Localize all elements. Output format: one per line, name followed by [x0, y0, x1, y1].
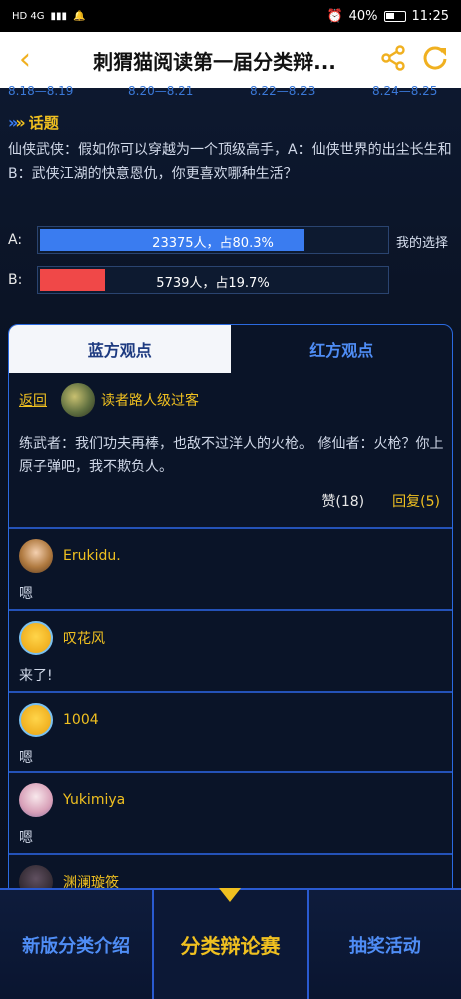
- thread-author[interactable]: 读者路人级过客: [61, 383, 199, 417]
- comment-item: 1004 嗯: [19, 703, 444, 767]
- divider: [9, 691, 452, 693]
- reply-button[interactable]: 回复(5): [392, 491, 440, 511]
- page-title: 刺猬猫阅读第一届分类辩...: [93, 49, 336, 74]
- divider: [9, 609, 452, 611]
- tab-blue-side[interactable]: 蓝方观点: [9, 325, 231, 373]
- share-button[interactable]: [379, 44, 407, 76]
- like-button[interactable]: 赞(18): [321, 491, 364, 511]
- app-screen: HD 4G ▮▮▮ 🔔 ⏰ 40% 11:25 ‹ 刺猬猫阅读第一届分类辩...…: [0, 0, 461, 999]
- return-link[interactable]: 返回: [19, 390, 47, 410]
- thread-header: 返回 读者路人级过客: [19, 383, 199, 417]
- avatar[interactable]: [19, 539, 53, 573]
- date-timeline: 8.18—8.19 8.20—8.21 8.22—8.23 8.24—8.25: [0, 84, 461, 102]
- status-bar: HD 4G ▮▮▮ 🔔 ⏰ 40% 11:25: [0, 0, 461, 32]
- avatar[interactable]: [19, 621, 53, 655]
- viewpoint-tabs: 蓝方观点 红方观点: [9, 325, 452, 373]
- comment-author[interactable]: Erukidu.: [63, 548, 121, 564]
- date-range-3: 8.22—8.23: [250, 84, 316, 98]
- topic-heading: »» 话题: [8, 112, 59, 133]
- vote-option-b[interactable]: B: 5739人，占19.7%: [8, 266, 454, 296]
- comment-author[interactable]: 1004: [63, 712, 99, 728]
- comment-item: Erukidu. 嗯: [19, 539, 444, 603]
- divider: [9, 853, 452, 855]
- comment-body: 来了!: [19, 668, 53, 684]
- comment-body: 嗯: [19, 586, 33, 602]
- battery-icon: [383, 10, 406, 22]
- alarm-icon: ⏰: [326, 8, 343, 24]
- divider: [9, 527, 452, 529]
- header-actions: [379, 44, 461, 76]
- network-label: HD 4G: [12, 10, 45, 22]
- clock: 11:25: [411, 8, 449, 24]
- comment-item: 叹花风 来了!: [19, 621, 444, 685]
- signal-icon: ▮▮▮: [50, 10, 68, 22]
- vote-option-label: B:: [8, 272, 23, 288]
- date-range-2: 8.20—8.21: [128, 84, 194, 98]
- bottom-nav: 新版分类介绍 分类辩论赛 抽奖活动: [0, 888, 461, 999]
- thread-actions: 赞(18) 回复(5): [321, 491, 440, 511]
- vote-bar: 23375人，占80.3%: [37, 226, 389, 254]
- nav-debate-label: 分类辩论赛: [180, 934, 281, 958]
- comment-item: Yukimiya 嗯: [19, 783, 444, 847]
- refresh-icon: [423, 46, 447, 70]
- notification-icon: 🔔: [73, 10, 86, 22]
- topic-label: 话题: [28, 114, 59, 132]
- nav-category-intro[interactable]: 新版分类介绍: [0, 890, 152, 999]
- comment-body: 嗯: [19, 830, 33, 846]
- app-header: ‹ 刺猬猫阅读第一届分类辩...: [0, 32, 461, 88]
- nav-debate[interactable]: 分类辩论赛: [152, 888, 309, 999]
- tab-red-side[interactable]: 红方观点: [231, 325, 453, 373]
- comment-author[interactable]: 叹花风: [63, 628, 105, 648]
- vote-count: 5739人，占19.7%: [156, 276, 270, 291]
- nav-lottery[interactable]: 抽奖活动: [309, 890, 461, 999]
- refresh-button[interactable]: [421, 44, 449, 76]
- date-range-1: 8.18—8.19: [8, 84, 74, 98]
- status-left: HD 4G ▮▮▮ 🔔: [12, 11, 85, 22]
- author-name: 读者路人级过客: [101, 393, 199, 409]
- battery-percent: 40%: [348, 8, 378, 24]
- vote-count: 23375人，占80.3%: [152, 236, 274, 251]
- divider: [9, 771, 452, 773]
- comment-body: 嗯: [19, 750, 33, 766]
- triangle-down-icon: [219, 888, 242, 902]
- vote-bar: 5739人，占19.7%: [37, 266, 389, 294]
- comment-author[interactable]: Yukimiya: [63, 792, 125, 808]
- double-chevron-icon: »»: [8, 113, 26, 132]
- status-right: ⏰ 40% 11:25: [326, 9, 449, 24]
- thread-content: 练武者：我们功夫再棒，也敌不过洋人的火枪。 修仙者：火枪？你上原子弹吧，我不欺负…: [19, 436, 444, 475]
- topic-text: 仙侠武侠：假如你可以穿越为一个顶级高手，A：仙侠世界的出尘长生和 B：武侠江湖的…: [8, 142, 452, 182]
- vote-option-label: A:: [8, 232, 23, 248]
- date-range-4: 8.24—8.25: [372, 84, 438, 98]
- avatar[interactable]: [19, 783, 53, 817]
- back-button[interactable]: ‹: [0, 32, 50, 88]
- vote-option-a[interactable]: A: 23375人，占80.3% 我的选择: [8, 226, 454, 256]
- avatar[interactable]: [19, 703, 53, 737]
- avatar: [61, 383, 95, 417]
- my-choice-label: 我的选择: [396, 236, 449, 251]
- share-icon: [381, 45, 405, 71]
- chevron-left-icon: ‹: [19, 42, 31, 77]
